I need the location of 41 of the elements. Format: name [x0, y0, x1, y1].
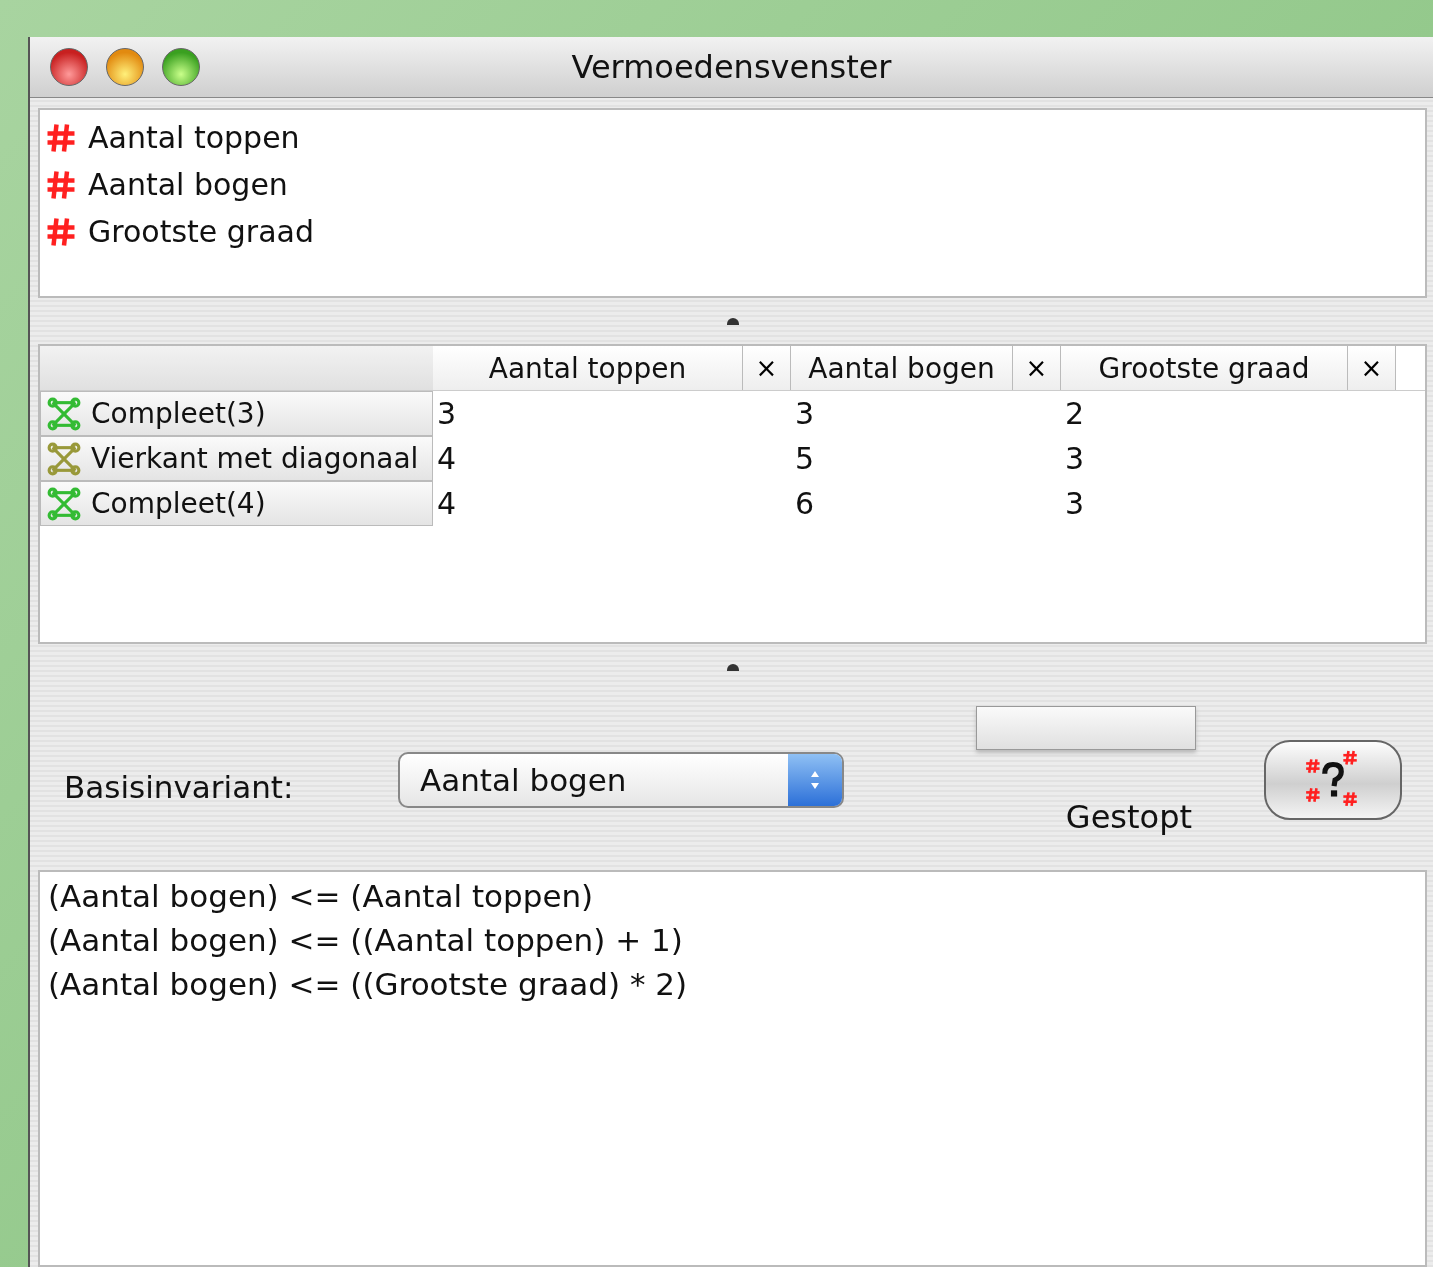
table-cell-text: 4	[436, 440, 458, 478]
conjecture-button[interactable]	[1264, 740, 1402, 820]
table-cell-text: 3	[436, 395, 458, 433]
invariant-item[interactable]: Aantal bogen	[46, 161, 1419, 208]
base-invariant-label: Basisinvariant:	[64, 769, 295, 805]
graph-name: Compleet(4)	[91, 487, 266, 520]
window-title: Vermoedensvenster	[571, 48, 892, 86]
row-header[interactable]: Compleet(4)	[40, 481, 433, 526]
table-cell-text: 2	[1064, 395, 1086, 433]
invariant-item[interactable]: Aantal toppen	[46, 114, 1419, 161]
table-cell-text: 5	[794, 440, 816, 478]
table-cell-text: 4	[436, 485, 458, 523]
conjecture-text: (Aantal bogen) <= (Aantal toppen)	[48, 878, 595, 916]
column-title: Aantal toppen	[487, 351, 688, 385]
hash-icon	[46, 169, 76, 200]
column-title: Aantal bogen	[807, 351, 996, 385]
hash-icon	[46, 122, 76, 153]
stepper-arrows-icon	[788, 754, 842, 806]
minimize-button[interactable]	[106, 48, 144, 86]
graph-name: Compleet(3)	[91, 397, 266, 430]
base-invariant-dropdown[interactable]: Aantal bogen	[398, 752, 844, 808]
splitter-handle[interactable]	[726, 317, 739, 325]
row-header[interactable]: Compleet(3)	[40, 391, 433, 436]
table-cell-text: 3	[794, 395, 816, 433]
splitter-handle[interactable]	[726, 663, 739, 671]
conjecture-text: (Aantal bogen) <= ((Grootste graad) * 2)	[48, 966, 689, 1004]
zoom-button[interactable]	[162, 48, 200, 86]
close-column-button[interactable]: ×	[742, 346, 790, 390]
status-text: Gestopt	[1065, 798, 1192, 836]
invariant-item[interactable]: Grootste graad	[46, 208, 1419, 255]
table-cell-text: 6	[794, 485, 816, 523]
graph-name: Vierkant met diagonaal	[91, 442, 419, 475]
close-button[interactable]	[50, 48, 88, 86]
row-header[interactable]: Vierkant met diagonaal	[40, 436, 433, 481]
table-cell-text: 3	[1064, 485, 1086, 523]
close-column-button[interactable]: ×	[1012, 346, 1060, 390]
column-title: Grootste graad	[1097, 351, 1311, 385]
conjecture-text: (Aantal bogen) <= ((Aantal toppen) + 1)	[48, 922, 684, 960]
table-cell-text: 3	[1064, 440, 1086, 478]
close-column-button[interactable]: ×	[1347, 346, 1395, 390]
hash-icon	[46, 216, 76, 247]
